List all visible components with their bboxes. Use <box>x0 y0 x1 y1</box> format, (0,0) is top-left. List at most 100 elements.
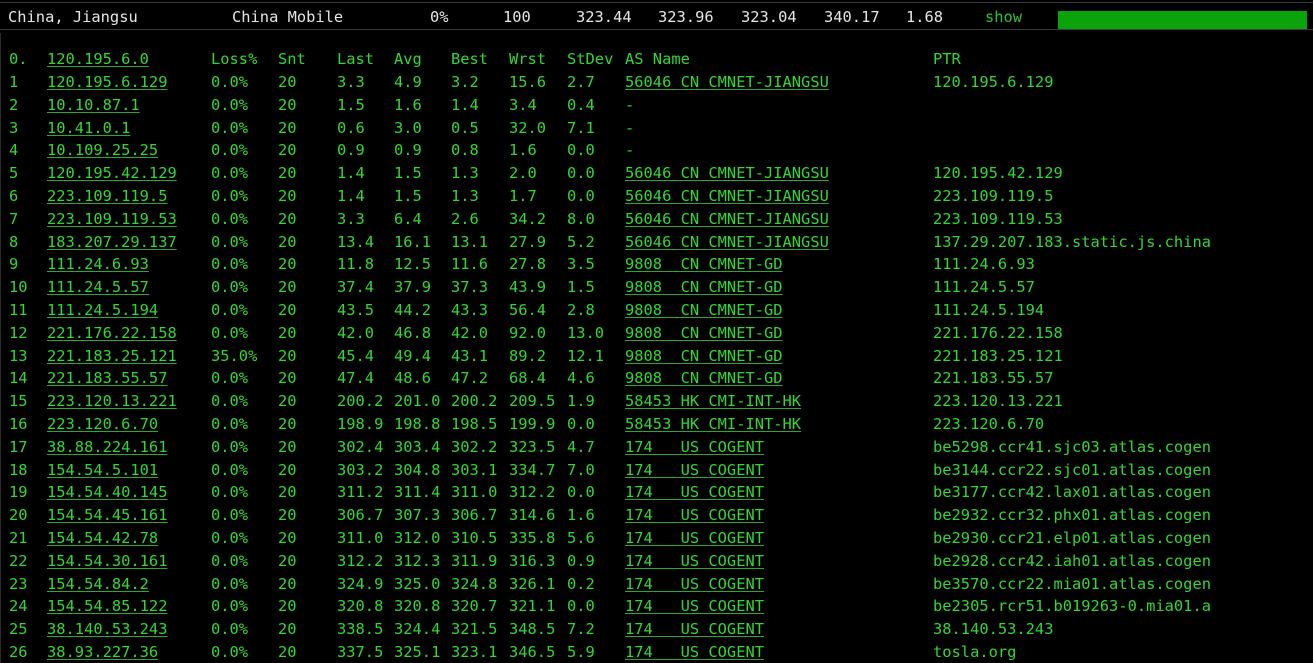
hop-best: 311.9 <box>451 551 498 570</box>
hop-host[interactable]: 221.176.22.158 <box>47 322 177 344</box>
hop-host[interactable]: 154.54.84.2 <box>47 573 149 595</box>
hop-asname[interactable]: 9808 CN CMNET-GD <box>625 253 783 275</box>
hop-avg: 37.9 <box>394 278 432 297</box>
table-row: 16 223.120.6.70 0.0% 20 198.9 198.8 198.5 199.9… <box>1 413 1313 435</box>
hop-asname[interactable]: 56046 CN CMNET-JIANGSU <box>625 185 829 207</box>
hop-ptr: be3144.ccr22.sjc01.atlas.cogen <box>933 460 1211 479</box>
hop-stdev: 0.4 <box>567 95 595 114</box>
hop-wrst: 334.7 <box>509 460 556 479</box>
hop-host[interactable]: 154.54.45.161 <box>47 504 167 526</box>
hop-best: 321.5 <box>451 620 498 639</box>
hop-host[interactable]: 221.183.55.57 <box>47 367 167 389</box>
hop-snt: 20 <box>278 620 297 639</box>
hop-snt: 20 <box>278 392 297 411</box>
hop-host[interactable]: 223.109.119.5 <box>47 185 167 207</box>
hop-host[interactable]: 120.195.6.129 <box>47 71 167 93</box>
hop-loss: 0.0% <box>211 574 249 593</box>
hop-asname[interactable]: 9808 CN CMNET-GD <box>625 322 783 344</box>
hop-asname[interactable]: 174 US COGENT <box>625 641 764 663</box>
hop-asname[interactable]: 174 US COGENT <box>625 436 764 458</box>
hop-num: 19 <box>9 483 28 502</box>
hop-snt: 20 <box>278 346 297 365</box>
hop-loss: 0.0% <box>211 164 249 183</box>
hop-best: 43.1 <box>451 346 489 365</box>
header-avg: Avg <box>394 50 422 68</box>
hop-host[interactable]: 111.24.5.57 <box>47 276 149 298</box>
hop-snt: 20 <box>278 118 297 137</box>
hop-ptr: be3177.ccr42.lax01.atlas.cogen <box>933 483 1211 502</box>
hop-asname[interactable]: 56046 CN CMNET-JIANGSU <box>625 71 829 93</box>
hop-num: 1 <box>9 73 19 91</box>
hop-host[interactable]: 154.54.85.122 <box>47 595 167 617</box>
table-row: 10 111.24.5.57 0.0% 20 37.4 37.9 37.3 43.9 1.5 98… <box>1 276 1313 298</box>
hop-loss: 0.0% <box>211 301 249 319</box>
show-link[interactable]: show <box>985 8 1022 26</box>
hop-snt: 20 <box>278 529 297 547</box>
hop-asname[interactable]: 58453 HK CMI-INT-HK <box>625 390 801 412</box>
table-header-row: 0. 120.195.6.0 Loss% Snt Last Avg Best W… <box>1 48 1313 70</box>
hop-asname[interactable]: 174 US COGENT <box>625 527 764 549</box>
header-host[interactable]: 120.195.6.0 <box>47 48 149 70</box>
hop-ptr: 120.195.6.129 <box>933 73 1054 91</box>
hop-wrst: 323.5 <box>509 437 556 456</box>
header-asname: AS Name <box>625 50 690 68</box>
hop-host[interactable]: 183.207.29.137 <box>47 231 177 253</box>
hop-asname[interactable]: 174 US COGENT <box>625 573 764 595</box>
hop-asname[interactable]: 174 US COGENT <box>625 618 764 640</box>
hop-host[interactable]: 38.93.227.36 <box>47 641 158 663</box>
hop-best: 1.3 <box>451 164 479 183</box>
hop-stdev: 4.6 <box>567 369 595 388</box>
hop-ptr: be5298.ccr41.sjc03.atlas.cogen <box>933 437 1211 456</box>
hop-last: 37.4 <box>337 278 375 297</box>
hop-host[interactable]: 154.54.30.161 <box>47 550 167 572</box>
hop-asname[interactable]: 9808 CN CMNET-GD <box>625 345 783 367</box>
hop-last: 0.9 <box>337 141 365 160</box>
hop-asname[interactable]: 174 US COGENT <box>625 595 764 617</box>
hop-asname[interactable]: 58453 HK CMI-INT-HK <box>625 413 801 435</box>
hop-asname[interactable]: 174 US COGENT <box>625 550 764 572</box>
hop-asname[interactable]: 9808 CN CMNET-GD <box>625 299 783 321</box>
hop-host[interactable]: 154.54.42.78 <box>47 527 158 549</box>
hop-host[interactable]: 38.88.224.161 <box>47 436 167 458</box>
hop-host[interactable]: 154.54.40.145 <box>47 481 167 503</box>
hop-last: 43.5 <box>337 301 375 319</box>
hop-stdev: 1.5 <box>567 278 595 297</box>
hop-host[interactable]: 111.24.6.93 <box>47 253 149 275</box>
hop-host[interactable]: 10.41.0.1 <box>47 117 130 139</box>
hop-host[interactable]: 10.10.87.1 <box>47 94 140 116</box>
hop-avg: 303.4 <box>394 437 441 456</box>
hop-host[interactable]: 223.120.13.221 <box>47 390 177 412</box>
hop-wrst: 56.4 <box>509 301 547 319</box>
hop-host[interactable]: 10.109.25.25 <box>47 139 158 161</box>
summary-bar: China, Jiangsu China Mobile 0% 100 323.4… <box>0 0 1313 33</box>
hop-asname[interactable]: 56046 CN CMNET-JIANGSU <box>625 231 829 253</box>
hop-host[interactable]: 223.120.6.70 <box>47 413 158 435</box>
hop-num: 21 <box>9 529 28 547</box>
hop-host[interactable]: 221.183.25.121 <box>47 345 177 367</box>
hop-last: 338.5 <box>337 620 384 639</box>
hop-last: 306.7 <box>337 506 384 525</box>
hop-snt: 20 <box>278 483 297 502</box>
hop-loss: 0.0% <box>211 187 249 205</box>
hop-loss: 0.0% <box>211 232 249 251</box>
hop-best: 43.3 <box>451 301 489 319</box>
hop-stdev: 7.2 <box>567 620 595 639</box>
hop-asname[interactable]: 9808 CN CMNET-GD <box>625 367 783 389</box>
hop-snt: 20 <box>278 574 297 593</box>
hop-asname[interactable]: 174 US COGENT <box>625 481 764 503</box>
hop-host[interactable]: 154.54.5.101 <box>47 459 158 481</box>
hop-host[interactable]: 111.24.5.194 <box>47 299 158 321</box>
hop-host[interactable]: 223.109.119.53 <box>47 208 177 230</box>
hop-host[interactable]: 38.140.53.243 <box>47 618 167 640</box>
hop-asname[interactable]: 174 US COGENT <box>625 504 764 526</box>
hop-asname[interactable]: 56046 CN CMNET-JIANGSU <box>625 208 829 230</box>
hop-asname[interactable]: 56046 CN CMNET-JIANGSU <box>625 162 829 184</box>
hop-avg: 3.0 <box>394 118 422 137</box>
table-row: 12 221.176.22.158 0.0% 20 42.0 46.8 42.0 92.0 13… <box>1 322 1313 344</box>
hop-stdev: 3.5 <box>567 255 595 274</box>
hop-asname[interactable]: 174 US COGENT <box>625 459 764 481</box>
hop-last: 302.4 <box>337 437 384 456</box>
hop-wrst: 321.1 <box>509 597 556 616</box>
hop-asname[interactable]: 9808 CN CMNET-GD <box>625 276 783 298</box>
hop-host[interactable]: 120.195.42.129 <box>47 162 177 184</box>
